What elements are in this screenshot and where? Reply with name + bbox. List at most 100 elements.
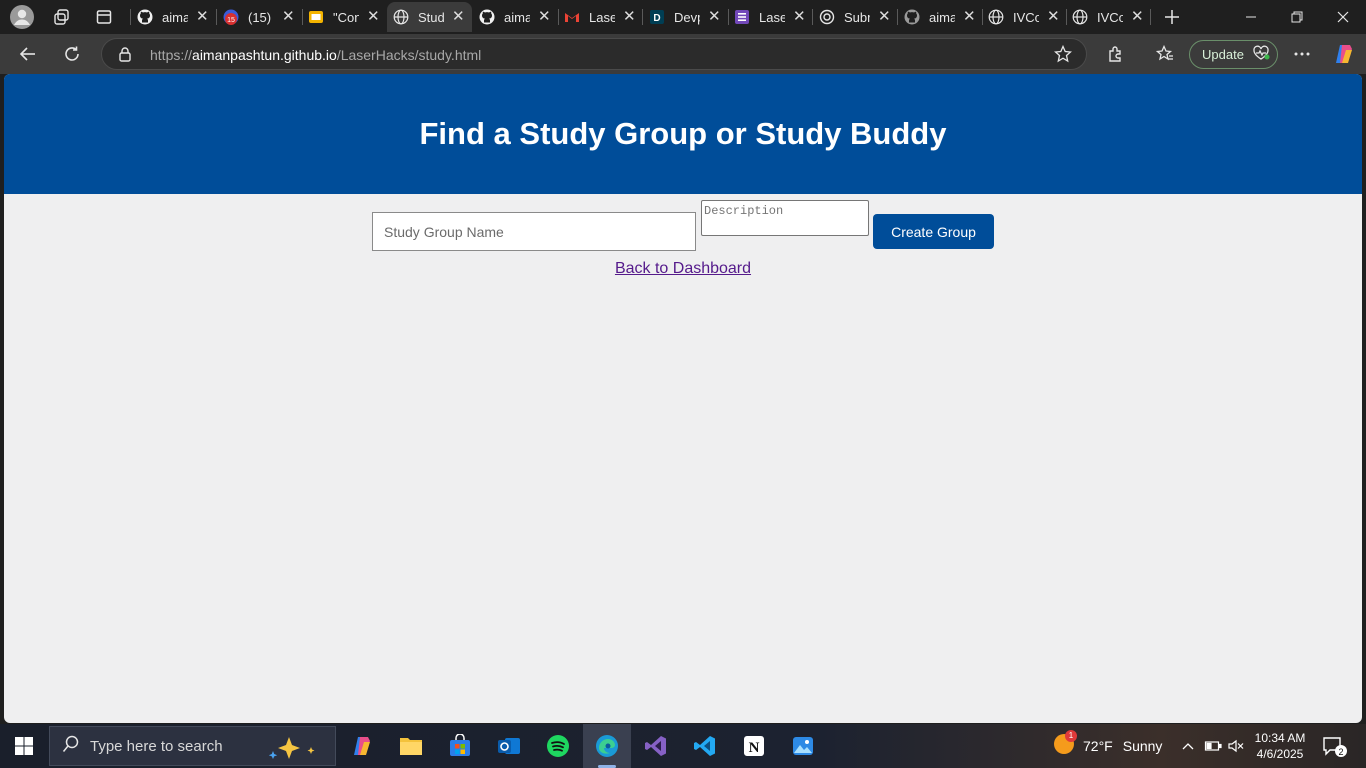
tab-title: (15) <box>248 9 272 25</box>
address-bar[interactable]: https://aimanpashtun.github.io/LaserHack… <box>101 38 1087 70</box>
tab-gmail[interactable]: Laser ✕ <box>558 2 642 32</box>
show-hidden-icons-chevron-icon[interactable] <box>1180 724 1196 768</box>
tab-notifications[interactable]: 15 (15) ✕ <box>217 2 301 32</box>
tab-strip: aiman ✕ 15 (15) ✕ "Con ✕ Stud ✕ aiman ✕ … <box>0 0 1366 34</box>
gmail-icon <box>564 9 580 25</box>
workspaces-icon[interactable] <box>47 3 77 31</box>
weather-text: Sunny <box>1122 738 1163 754</box>
tab-title: IVCo <box>1097 9 1123 25</box>
close-tab-icon[interactable]: ✕ <box>793 9 806 24</box>
favorite-star-icon[interactable] <box>1053 44 1073 68</box>
refresh-button[interactable] <box>57 39 87 69</box>
slides-icon <box>308 9 324 25</box>
globe-icon <box>988 9 1004 25</box>
close-tab-icon[interactable]: ✕ <box>708 9 721 24</box>
tab-openai[interactable]: Subr ✕ <box>813 2 897 32</box>
minimize-button[interactable] <box>1228 0 1274 34</box>
taskbar-notion[interactable]: N <box>730 724 778 768</box>
taskbar-visual-studio[interactable] <box>632 724 680 768</box>
copilot-icon[interactable] <box>1329 39 1359 69</box>
url-text: https://aimanpashtun.github.io/LaserHack… <box>150 47 482 63</box>
page-header: Find a Study Group or Study Buddy <box>4 74 1362 194</box>
update-button[interactable]: Update <box>1189 40 1278 69</box>
vertical-tabs-icon[interactable] <box>89 3 119 31</box>
tab-title: Laser <box>759 9 785 25</box>
close-window-button[interactable] <box>1320 0 1366 34</box>
close-tab-icon[interactable]: ✕ <box>1047 9 1060 24</box>
system-clock[interactable]: 10:34 AM 4/6/2025 <box>1240 730 1320 762</box>
svg-text:N: N <box>749 740 760 756</box>
weather-widget[interactable]: 1 72°F Sunny <box>1052 724 1162 768</box>
taskbar-edge[interactable] <box>583 724 631 768</box>
taskbar-spotify[interactable] <box>534 724 582 768</box>
update-label: Update <box>1202 47 1244 62</box>
close-tab-icon[interactable]: ✕ <box>538 9 551 24</box>
close-tab-icon[interactable]: ✕ <box>452 9 465 24</box>
taskbar-photos[interactable] <box>779 724 827 768</box>
tab-title: Laser <box>589 9 615 25</box>
tab-ivco-1[interactable]: IVCo ✕ <box>982 2 1066 32</box>
browser-toolbar: https://aimanpashtun.github.io/LaserHack… <box>0 34 1366 74</box>
github-icon <box>904 9 920 25</box>
more-menu-icon[interactable] <box>1287 39 1317 69</box>
close-tab-icon[interactable]: ✕ <box>963 9 976 24</box>
search-placeholder: Type here to search <box>90 737 223 755</box>
tab-ivco-2[interactable]: IVCo ✕ <box>1066 2 1150 32</box>
github-icon <box>137 9 153 25</box>
taskbar-copilot[interactable] <box>338 724 386 768</box>
taskbar-vscode[interactable] <box>681 724 729 768</box>
tab-forms[interactable]: Laser ✕ <box>728 2 812 32</box>
svg-text:2: 2 <box>1338 747 1343 757</box>
close-tab-icon[interactable]: ✕ <box>367 9 380 24</box>
weather-badge: 1 <box>1065 729 1077 742</box>
favorites-icon[interactable] <box>1150 39 1180 69</box>
tab-study-active[interactable]: Stud ✕ <box>387 2 472 32</box>
back-to-dashboard-link[interactable]: Back to Dashboard <box>615 260 751 277</box>
weather-sun-icon: 1 <box>1052 729 1077 761</box>
sparkle-icon <box>265 735 325 764</box>
page-viewport: Find a Study Group or Study Buddy Create… <box>4 74 1362 723</box>
svg-text:D: D <box>653 13 660 24</box>
close-tab-icon[interactable]: ✕ <box>878 9 891 24</box>
svg-text:15: 15 <box>227 17 235 24</box>
lock-icon[interactable] <box>118 46 132 67</box>
weather-temp: 72°F <box>1083 738 1113 754</box>
close-tab-icon[interactable]: ✕ <box>623 9 636 24</box>
taskbar-outlook[interactable] <box>485 724 533 768</box>
tab-title: aiman <box>929 9 955 25</box>
forms-icon <box>734 9 750 25</box>
profile-avatar[interactable] <box>7 3 37 31</box>
new-tab-button[interactable] <box>1157 3 1187 31</box>
taskbar-file-explorer[interactable] <box>387 724 435 768</box>
globe-icon <box>1072 9 1088 25</box>
tab-title: Devp <box>674 9 700 25</box>
notification-badge-icon: 15 <box>223 9 239 25</box>
globe-icon <box>393 9 409 25</box>
study-group-name-input[interactable] <box>372 212 696 251</box>
taskbar-search[interactable]: Type here to search <box>49 726 336 766</box>
tab-devpost[interactable]: D Devp ✕ <box>643 2 727 32</box>
create-group-button[interactable]: Create Group <box>873 214 994 249</box>
tab-github-3[interactable]: aiman ✕ <box>898 2 982 32</box>
back-link-row: Back to Dashboard <box>4 260 1362 278</box>
close-tab-icon[interactable]: ✕ <box>196 9 209 24</box>
tab-title: "Con <box>333 9 359 25</box>
taskbar: Type here to search N 1 72°F Sunny 10:34… <box>0 724 1366 768</box>
tab-github-1[interactable]: aiman ✕ <box>131 2 215 32</box>
openai-icon <box>819 9 835 25</box>
close-tab-icon[interactable]: ✕ <box>1131 9 1144 24</box>
extensions-icon[interactable] <box>1101 39 1131 69</box>
tab-title: Subr <box>844 9 870 25</box>
description-textarea[interactable] <box>701 200 869 236</box>
battery-icon[interactable] <box>1204 724 1222 768</box>
tab-title: Stud <box>418 9 444 25</box>
back-button[interactable] <box>13 39 43 69</box>
notification-center-icon[interactable]: 2 <box>1322 736 1348 763</box>
tab-github-2[interactable]: aiman ✕ <box>473 2 557 32</box>
clock-date: 4/6/2025 <box>1256 747 1304 761</box>
close-tab-icon[interactable]: ✕ <box>282 9 295 24</box>
tab-slides[interactable]: "Con ✕ <box>302 2 386 32</box>
restore-button[interactable] <box>1274 0 1320 34</box>
start-button[interactable] <box>0 724 48 768</box>
taskbar-store[interactable] <box>436 724 484 768</box>
